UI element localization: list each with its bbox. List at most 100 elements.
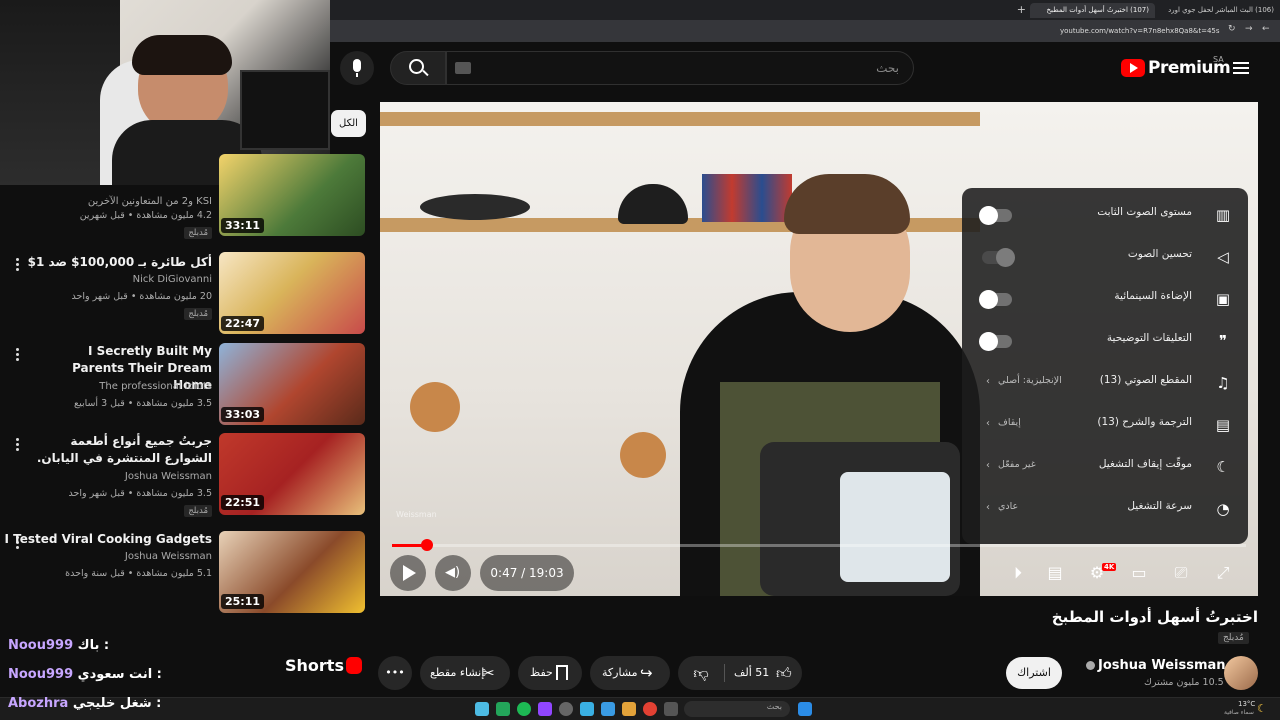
taskbar-search[interactable]: بحث (684, 701, 790, 717)
volume-icon: ◀) (445, 565, 461, 580)
app-icon[interactable] (601, 702, 615, 716)
setting-annotations[interactable]: ❞ التعليقات التوضيحية (962, 320, 1248, 362)
save-button[interactable]: حفظ (518, 656, 582, 690)
app-icon[interactable] (496, 702, 510, 716)
kitchen-shelf (380, 112, 980, 126)
share-button[interactable]: ↪ مشاركة (590, 656, 670, 690)
file-explorer-icon[interactable] (622, 702, 636, 716)
video-title[interactable]: أكل طائرة بـ 100,000$ ضد 1$ (28, 254, 212, 271)
youtube-logo-icon[interactable] (1121, 59, 1145, 77)
more-options-icon[interactable] (16, 436, 24, 453)
video-title[interactable]: I Tested Viral Cooking Gadgets (5, 531, 213, 548)
clip-button[interactable]: ✂ إنشاء مقطع (420, 656, 510, 690)
app-icon[interactable] (538, 702, 552, 716)
video-meta: 5.1 مليون مشاهدة • قبل سنة واحدة (65, 568, 212, 579)
subtitles-button-icon[interactable]: ▤ (1044, 562, 1066, 584)
webcam-person-hair (132, 35, 232, 75)
app-icon[interactable] (559, 702, 573, 716)
search-input[interactable]: بحث (876, 61, 899, 75)
weather-icon[interactable]: ☾ (1257, 702, 1267, 715)
verified-icon (1086, 661, 1095, 670)
cast-icon[interactable]: ⎚ (1170, 562, 1192, 584)
channel-avatar[interactable] (1224, 656, 1258, 690)
new-tab-icon[interactable]: + (1010, 3, 1026, 18)
setting-stable-volume[interactable]: ▥ مستوى الصوت الثابت (962, 194, 1248, 236)
browser-tab[interactable]: (106) البث المباشر لحفل جوي اورد (1160, 3, 1280, 18)
back-icon[interactable]: ← (1262, 24, 1270, 34)
settings-menu: ▥ مستوى الصوت الثابت ◁ تحسين الصوت ▣ الإ… (962, 188, 1248, 544)
setting-subtitles[interactable]: ▤ الترجمة والشرح (13) ‹ إيقاف (962, 404, 1248, 446)
autoplay-toggle-icon[interactable]: ⏵ (1007, 562, 1029, 584)
setting-label: تحسين الصوت (1127, 248, 1192, 260)
channel-name[interactable]: Joshua Weissman (125, 471, 212, 482)
keyboard-icon[interactable] (455, 62, 471, 74)
duration-badge: 22:47 (221, 316, 265, 331)
chat-text: باك : (77, 638, 110, 653)
progress-scrubber[interactable] (421, 539, 434, 551)
start-icon[interactable] (798, 702, 812, 716)
pan-on-shelf (420, 194, 530, 220)
bookmark-icon (556, 665, 568, 680)
weather-temp: 13°C (1238, 700, 1256, 708)
list-item[interactable]: 25:11 I Tested Viral Cooking Gadgets Jos… (0, 528, 368, 618)
more-actions-button[interactable]: ••• (378, 656, 412, 690)
volume-button[interactable]: ◀) (435, 555, 471, 591)
chrome-icon[interactable] (643, 702, 657, 716)
toggle-switch[interactable] (979, 206, 1012, 225)
search-button[interactable] (390, 51, 446, 85)
hamburger-menu-icon[interactable] (1233, 59, 1249, 77)
chevron-left-icon: ‹ (986, 460, 990, 471)
forward-icon[interactable]: → (1245, 24, 1253, 34)
more-horizontal-icon: ••• (385, 666, 405, 679)
more-options-icon[interactable] (16, 346, 24, 363)
time-display: 0:47 / 19:03 (480, 555, 574, 591)
search-box[interactable]: بحث (446, 51, 914, 85)
theater-mode-icon[interactable]: ▭ (1128, 562, 1150, 584)
video-title[interactable]: جربتُ جميع أنواع أطعمة الشوارع المنتشرة … (32, 433, 212, 467)
reload-icon[interactable]: ↻ (1228, 24, 1236, 34)
duration-badge: 25:11 (221, 594, 265, 609)
app-icon[interactable] (475, 702, 489, 716)
browser-tab-active[interactable]: (107) اختبرتُ أسهل أدوات المطبخ (1030, 3, 1155, 18)
copper-pan (620, 432, 666, 478)
list-item[interactable]: 22:47 أكل طائرة بـ 100,000$ ضد 1$ Nick D… (0, 250, 368, 340)
channel-name[interactable]: Joshua Weissman (1098, 658, 1226, 673)
list-item[interactable]: 22:51 جربتُ جميع أنواع أطعمة الشوارع الم… (0, 430, 368, 520)
setting-audio-track[interactable]: ♫ المقطع الصوتي (13) ‹ الإنجليزية: أصلي (962, 362, 1248, 404)
filter-chip-all[interactable]: الكل (331, 110, 366, 137)
video-meta: 3.5 مليون مشاهدة • قبل 3 أسابيع (74, 398, 212, 409)
fullscreen-icon[interactable]: ⤢ (1212, 562, 1234, 584)
setting-voice-boost[interactable]: ◁ تحسين الصوت (962, 236, 1248, 278)
video-meta: 20 مليون مشاهدة • قبل شهر واحد (71, 291, 212, 302)
list-item[interactable]: 33:11 KSI و2 من المتعاونين الآخرين 4.2 م… (0, 150, 368, 240)
video-title[interactable]: KSI و2 من المتعاونين الآخرين (88, 193, 212, 210)
mic-icon (353, 59, 361, 72)
progress-bar[interactable] (392, 544, 1246, 547)
subscriber-count: 10.5 مليون مشترك (1144, 677, 1224, 688)
channel-name[interactable]: The professional idiots (99, 381, 212, 392)
voice-search-button[interactable] (340, 51, 374, 85)
subscribe-button[interactable]: اشتراك (1006, 657, 1062, 689)
task-view-icon[interactable] (664, 702, 678, 716)
channel-name[interactable]: Joshua Weissman (125, 551, 212, 562)
channel-name[interactable]: Nick DiGiovanni (133, 274, 212, 285)
more-options-icon[interactable] (16, 256, 24, 273)
annotations-icon: ❞ (1218, 332, 1228, 350)
dislike-button[interactable]: 👎︎ (678, 656, 724, 690)
app-icon[interactable] (580, 702, 594, 716)
taskbar-search-input[interactable]: بحث (767, 702, 782, 711)
url-field[interactable]: youtube.com/watch?v=R7n8ehx8Qa8&t=45s (1060, 24, 1270, 38)
dubbed-badge: مُدبلج (1218, 632, 1249, 644)
play-button[interactable] (390, 555, 426, 591)
toggle-switch[interactable] (979, 290, 1012, 309)
setting-value: الإنجليزية: أصلي (998, 375, 1062, 386)
setting-playback-speed[interactable]: ◔ سرعة التشغيل ‹ عادي (962, 488, 1248, 530)
like-button[interactable]: 51 ألف (734, 656, 769, 690)
toggle-switch[interactable] (979, 332, 1012, 351)
spotify-icon[interactable] (517, 702, 531, 716)
setting-ambient-mode[interactable]: ▣ الإضاءة السينمائية (962, 278, 1248, 320)
chat-message: Noou999 انت سعودي : (8, 667, 162, 682)
channel-watermark: Weissman (396, 510, 437, 519)
setting-sleep-timer[interactable]: ☾ موقّت إيقاف التشغيل ‹ غير مفعّل (962, 446, 1248, 488)
list-item[interactable]: 33:03 I Secretly Built My Parents Their … (0, 340, 368, 430)
